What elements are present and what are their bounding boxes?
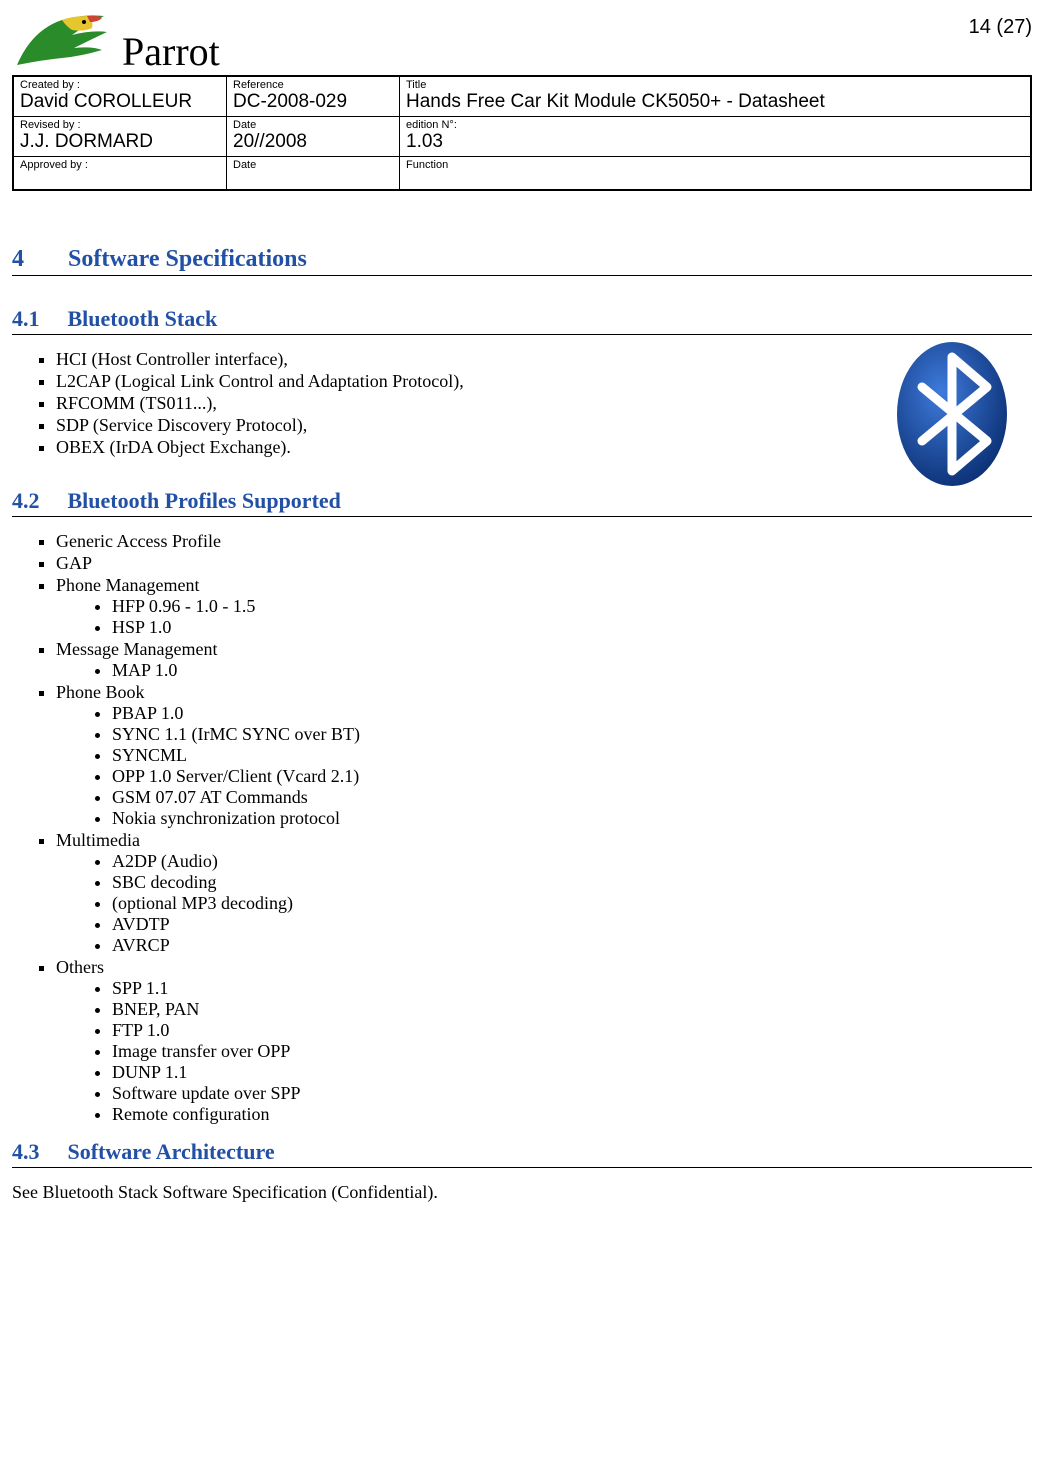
- list-item: SYNCML: [112, 745, 1032, 766]
- date-label: Date: [233, 119, 393, 131]
- section-4-2-num: 4.2: [12, 488, 62, 514]
- list-item: MAP 1.0: [112, 660, 1032, 681]
- list-item: FTP 1.0: [112, 1020, 1032, 1041]
- parrot-logo-icon: [12, 10, 112, 75]
- list-item: (optional MP3 decoding): [112, 893, 1032, 914]
- message-management-sublist: MAP 1.0: [56, 660, 1032, 681]
- list-item: GSM 07.07 AT Commands: [112, 787, 1032, 808]
- list-item: Others SPP 1.1 BNEP, PAN FTP 1.0 Image t…: [56, 957, 1032, 1125]
- bluetooth-profiles-list: Generic Access Profile GAP Phone Managem…: [12, 531, 1032, 1125]
- section-4-1-heading: 4.1 Bluetooth Stack: [12, 306, 1032, 335]
- created-by-value: David COROLLEUR: [20, 91, 220, 114]
- list-item: Phone Book PBAP 1.0 SYNC 1.1 (IrMC SYNC …: [56, 682, 1032, 829]
- list-item: Generic Access Profile: [56, 531, 1032, 552]
- list-item: AVDTP: [112, 914, 1032, 935]
- revised-by-value: J.J. DORMARD: [20, 131, 220, 154]
- list-item: RFCOMM (TS011...),: [56, 393, 1032, 414]
- page-number: 14 (27): [969, 10, 1032, 39]
- revised-by-label: Revised by :: [20, 119, 220, 131]
- list-item: GAP: [56, 553, 1032, 574]
- reference-label: Reference: [233, 79, 393, 91]
- reference-value: DC-2008-029: [233, 91, 393, 114]
- phone-management-sublist: HFP 0.96 - 1.0 - 1.5 HSP 1.0: [56, 596, 1032, 638]
- document-info-table: Created by : David COROLLEUR Reference D…: [12, 75, 1032, 191]
- list-item: BNEP, PAN: [112, 999, 1032, 1020]
- list-item: SBC decoding: [112, 872, 1032, 893]
- list-item: SDP (Service Discovery Protocol),: [56, 415, 1032, 436]
- function-label: Function: [406, 159, 1024, 171]
- section-4-1-num: 4.1: [12, 306, 62, 332]
- list-item: Software update over SPP: [112, 1083, 1032, 1104]
- section-4-title: Software Specifications: [68, 246, 307, 272]
- approved-by-label: Approved by :: [20, 159, 220, 171]
- list-item: Nokia synchronization protocol: [112, 808, 1032, 829]
- list-item: OPP 1.0 Server/Client (Vcard 2.1): [112, 766, 1032, 787]
- list-item-label: Multimedia: [56, 830, 140, 850]
- list-item-label: Phone Book: [56, 682, 145, 702]
- phone-book-sublist: PBAP 1.0 SYNC 1.1 (IrMC SYNC over BT) SY…: [56, 703, 1032, 829]
- section-4-3-heading: 4.3 Software Architecture: [12, 1139, 1032, 1168]
- list-item: PBAP 1.0: [112, 703, 1032, 724]
- list-item: SYNC 1.1 (IrMC SYNC over BT): [112, 724, 1032, 745]
- list-item: Multimedia A2DP (Audio) SBC decoding (op…: [56, 830, 1032, 956]
- section-4-2-heading: 4.2 Bluetooth Profiles Supported: [12, 488, 1032, 517]
- created-by-label: Created by :: [20, 79, 220, 91]
- list-item: A2DP (Audio): [112, 851, 1032, 872]
- list-item: Phone Management HFP 0.96 - 1.0 - 1.5 HS…: [56, 575, 1032, 638]
- bluetooth-stack-list: HCI (Host Controller interface), L2CAP (…: [12, 349, 1032, 458]
- logo-block: Parrot: [12, 10, 220, 75]
- section-4-num: 4: [12, 246, 62, 273]
- section-4-3-title: Software Architecture: [68, 1139, 275, 1164]
- brand-text: Parrot: [118, 28, 220, 75]
- list-item: HFP 0.96 - 1.0 - 1.5: [112, 596, 1032, 617]
- bluetooth-icon: [892, 339, 1012, 489]
- section-4-1-title: Bluetooth Stack: [68, 306, 218, 331]
- title-value: Hands Free Car Kit Module CK5050+ - Data…: [406, 91, 1024, 114]
- section-4-2-title: Bluetooth Profiles Supported: [68, 488, 341, 513]
- edition-value: 1.03: [406, 131, 1024, 154]
- title-label: Title: [406, 79, 1024, 91]
- header-row: Parrot 14 (27): [12, 10, 1032, 75]
- section-4-3-num: 4.3: [12, 1139, 62, 1165]
- list-item: Image transfer over OPP: [112, 1041, 1032, 1062]
- list-item-label: Others: [56, 957, 104, 977]
- date2-label: Date: [233, 159, 393, 171]
- list-item: DUNP 1.1: [112, 1062, 1032, 1083]
- list-item: Remote configuration: [112, 1104, 1032, 1125]
- list-item: OBEX (IrDA Object Exchange).: [56, 437, 1032, 458]
- list-item: HSP 1.0: [112, 617, 1032, 638]
- edition-label: edition N°:: [406, 119, 1024, 131]
- date-value: 20//2008: [233, 131, 393, 154]
- architecture-body-text: See Bluetooth Stack Software Specificati…: [12, 1182, 1032, 1203]
- section-4-heading: 4 Software Specifications: [12, 246, 1032, 276]
- others-sublist: SPP 1.1 BNEP, PAN FTP 1.0 Image transfer…: [56, 978, 1032, 1125]
- list-item-label: Message Management: [56, 639, 217, 659]
- list-item-label: Phone Management: [56, 575, 199, 595]
- multimedia-sublist: A2DP (Audio) SBC decoding (optional MP3 …: [56, 851, 1032, 956]
- list-item: L2CAP (Logical Link Control and Adaptati…: [56, 371, 1032, 392]
- list-item: HCI (Host Controller interface),: [56, 349, 1032, 370]
- list-item: SPP 1.1: [112, 978, 1032, 999]
- list-item: Message Management MAP 1.0: [56, 639, 1032, 681]
- list-item: AVRCP: [112, 935, 1032, 956]
